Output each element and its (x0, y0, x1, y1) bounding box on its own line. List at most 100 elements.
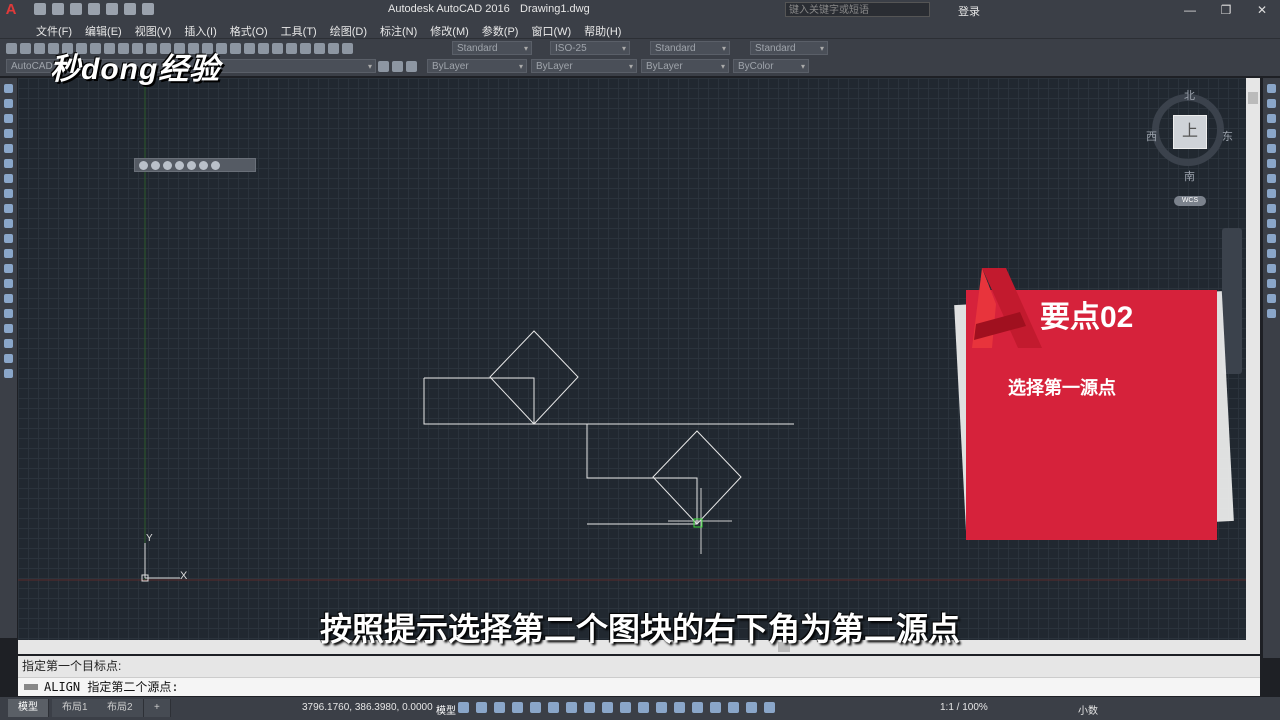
markup-icon[interactable] (314, 43, 325, 54)
object-snap-icon[interactable] (602, 702, 613, 713)
stretch-icon[interactable] (1267, 204, 1276, 213)
snap-icon[interactable] (476, 702, 487, 713)
annotation-scale[interactable]: 1:1 / 100% (940, 702, 988, 713)
polar-icon[interactable] (548, 702, 559, 713)
auto-scale-icon[interactable] (764, 702, 775, 713)
table-icon[interactable] (4, 339, 13, 348)
rectangle-icon[interactable] (4, 144, 13, 153)
trim-icon[interactable] (1267, 219, 1276, 228)
save-icon[interactable] (70, 3, 82, 15)
selection-filter-icon[interactable] (710, 702, 721, 713)
construction-line-icon[interactable] (4, 99, 13, 108)
ellipse-icon[interactable] (4, 219, 13, 228)
open-icon[interactable] (20, 43, 31, 54)
login-button[interactable]: 登录 (958, 3, 980, 19)
compass-north[interactable]: 北 (1184, 87, 1195, 103)
design-center-icon[interactable] (272, 43, 283, 54)
render-icon[interactable] (199, 160, 208, 170)
command-icon[interactable] (24, 684, 38, 690)
viewcube[interactable]: 上 北 南 西 东 WCS (1146, 88, 1236, 208)
viewcube-top-face[interactable]: 上 (1173, 115, 1207, 149)
view-icon[interactable] (139, 160, 148, 170)
floating-orbit-toolbar[interactable] (134, 158, 256, 172)
table-style-select[interactable]: Standard ▾ (650, 41, 730, 55)
zoom-window-icon[interactable] (230, 43, 241, 54)
menu-dimension[interactable]: 标注(N) (380, 23, 417, 39)
menu-format[interactable]: 格式(O) (230, 23, 268, 39)
array-icon[interactable] (1267, 144, 1276, 153)
spline-icon[interactable] (4, 204, 13, 213)
dynamic-input-icon[interactable] (512, 702, 523, 713)
color-select[interactable]: ByLayer ▾ (427, 59, 527, 73)
command-input[interactable]: ALIGN 指定第二个源点: (18, 677, 1260, 696)
ellipse-arc-icon[interactable] (4, 234, 13, 243)
transparency-icon[interactable] (638, 702, 649, 713)
linetype-select[interactable]: ByLayer ▾ (531, 59, 637, 73)
offset-icon[interactable] (1267, 129, 1276, 138)
open-icon[interactable] (52, 3, 64, 15)
visual-style-icon[interactable] (187, 160, 196, 170)
point-icon[interactable] (4, 279, 13, 288)
quickcalc-icon[interactable] (328, 43, 339, 54)
grid-icon[interactable] (458, 702, 469, 713)
multileader-style-select[interactable]: Standard ▾ (750, 41, 828, 55)
erase-icon[interactable] (1267, 84, 1276, 93)
lineweight-select[interactable]: ByLayer ▾ (641, 59, 729, 73)
fillet-icon[interactable] (1267, 294, 1276, 303)
vertical-scroll-thumb[interactable] (1248, 92, 1258, 104)
menu-parametric[interactable]: 参数(P) (482, 23, 519, 39)
menu-view[interactable]: 视图(V) (135, 23, 172, 39)
tab-model[interactable]: 模型 (8, 699, 49, 717)
print-icon[interactable] (106, 3, 118, 15)
lineweight-icon[interactable] (620, 702, 631, 713)
rotate-icon[interactable] (1267, 174, 1276, 183)
infer-constraints-icon[interactable] (494, 702, 505, 713)
polyline-icon[interactable] (4, 114, 13, 123)
hatch-icon[interactable] (4, 294, 13, 303)
wcs-menu[interactable]: WCS (1174, 196, 1206, 206)
make-block-icon[interactable] (4, 264, 13, 273)
isodraft-icon[interactable] (566, 702, 577, 713)
redo-icon[interactable] (142, 3, 154, 15)
compass-west[interactable]: 西 (1146, 128, 1157, 144)
layer-current-icon[interactable] (392, 61, 403, 72)
revision-cloud-icon[interactable] (4, 189, 13, 198)
block-2-rectangle[interactable] (586, 424, 698, 525)
vertical-scrollbar[interactable] (1246, 78, 1260, 640)
gradient-icon[interactable] (4, 309, 13, 318)
dynamic-ucs-icon[interactable] (692, 702, 703, 713)
break-icon[interactable] (1267, 249, 1276, 258)
menu-help[interactable]: 帮助(H) (584, 23, 621, 39)
mtext-icon[interactable] (4, 354, 13, 363)
3d-osnap-icon[interactable] (674, 702, 685, 713)
menu-tools[interactable]: 工具(T) (281, 23, 317, 39)
free-orbit-icon[interactable] (163, 160, 172, 170)
new-icon[interactable] (34, 3, 46, 15)
text-style-select[interactable]: Standard ▾ (452, 41, 532, 55)
tool-palettes-icon[interactable] (286, 43, 297, 54)
circle-icon[interactable] (4, 174, 13, 183)
add-layout-button[interactable]: + (144, 699, 171, 717)
sheet-set-icon[interactable] (300, 43, 311, 54)
minimize-button[interactable]: — (1172, 0, 1208, 20)
scale-icon[interactable] (1267, 189, 1276, 198)
undo-icon[interactable] (124, 3, 136, 15)
continuous-orbit-icon[interactable] (175, 160, 184, 170)
chamfer-icon[interactable] (1267, 279, 1276, 288)
new-icon[interactable] (6, 43, 17, 54)
menu-draw[interactable]: 绘图(D) (330, 23, 367, 39)
gizmo-icon[interactable] (728, 702, 739, 713)
extend-icon[interactable] (1267, 234, 1276, 243)
save-icon[interactable] (34, 43, 45, 54)
close-button[interactable]: ✕ (1244, 0, 1280, 20)
add-selected-icon[interactable] (4, 369, 13, 378)
search-input[interactable]: 键入关键字或短语 (785, 2, 930, 17)
menu-edit[interactable]: 编辑(E) (85, 23, 122, 39)
help-icon[interactable] (342, 43, 353, 54)
tab-layout1[interactable]: 布局1 (52, 699, 99, 717)
region-icon[interactable] (4, 324, 13, 333)
save-as-icon[interactable] (88, 3, 100, 15)
polygon-icon[interactable] (4, 129, 13, 138)
menu-file[interactable]: 文件(F) (36, 23, 72, 39)
insert-block-icon[interactable] (4, 249, 13, 258)
